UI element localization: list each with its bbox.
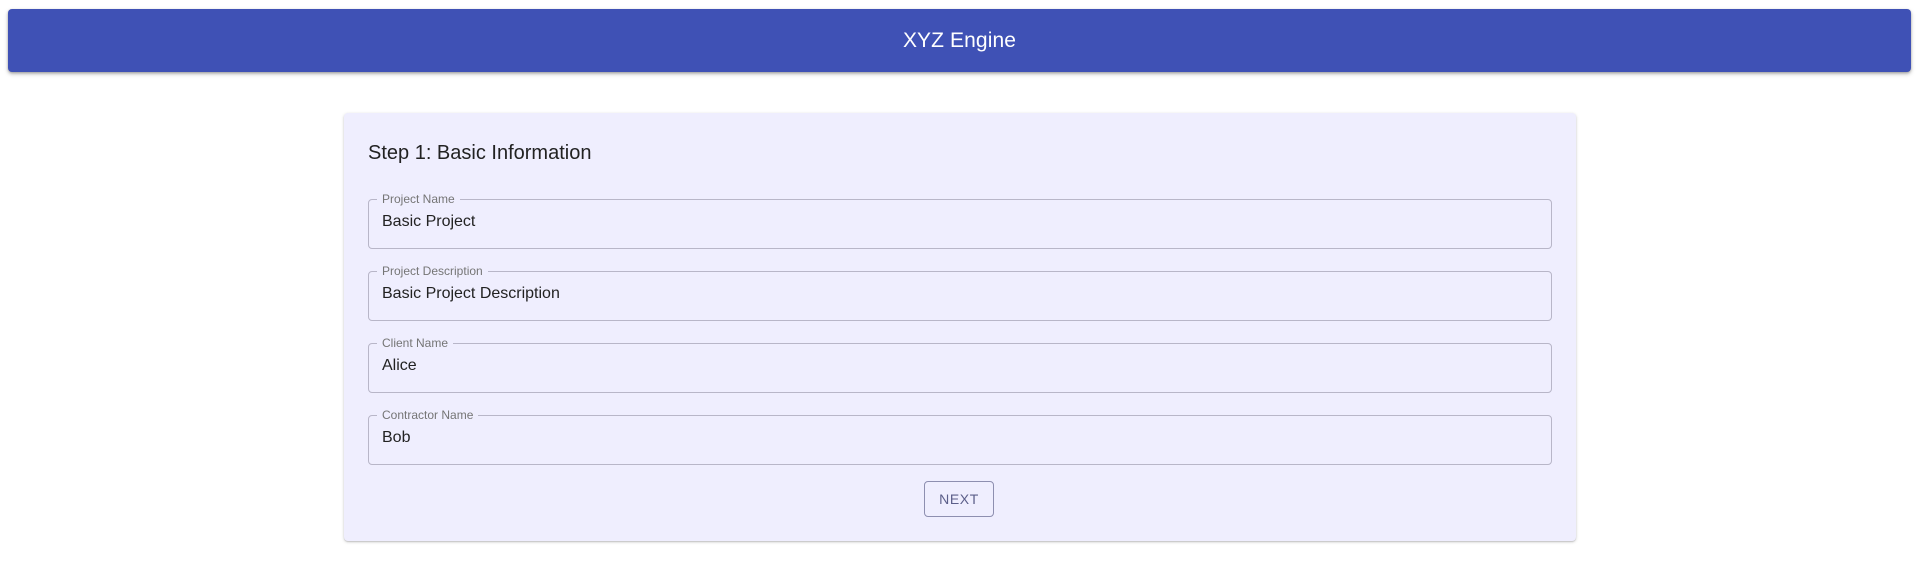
next-button[interactable]: NEXT: [924, 481, 994, 517]
client-name-label: Client Name: [382, 336, 449, 350]
project-description-label: Project Description: [382, 264, 483, 278]
step-title: Step 1: Basic Information: [368, 142, 592, 164]
client-name-field[interactable]: Client Name: [368, 337, 1552, 393]
project-name-field[interactable]: Project Name: [368, 193, 1552, 249]
contractor-name-label: Contractor Name: [382, 408, 474, 422]
project-name-input[interactable]: [382, 211, 1532, 233]
app-title: XYZ Engine: [902, 28, 1017, 52]
project-description-input[interactable]: [382, 283, 1532, 305]
client-name-input[interactable]: [382, 355, 1532, 377]
contractor-name-input[interactable]: [382, 427, 1532, 449]
project-name-label: Project Name: [382, 192, 455, 206]
app-bar: XYZ Engine: [8, 9, 1911, 72]
contractor-name-field[interactable]: Contractor Name: [368, 409, 1552, 465]
project-description-field[interactable]: Project Description: [368, 265, 1552, 321]
basic-information-card: Step 1: Basic Information Project Name P…: [344, 113, 1576, 541]
